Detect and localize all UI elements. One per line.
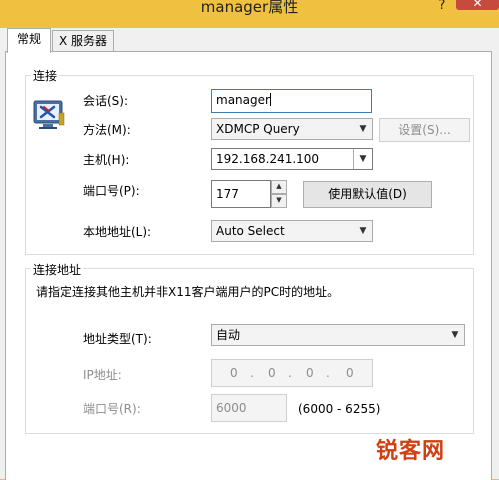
address-type-select[interactable]: 自动 ▼	[211, 324, 465, 346]
close-button[interactable]: ✕	[456, 0, 499, 10]
connection-address-legend: 连接地址	[31, 261, 84, 278]
spin-down-icon[interactable]: ▼	[271, 194, 287, 208]
chevron-down-icon: ▼	[451, 330, 459, 340]
settings-button[interactable]: 设置(S)...	[379, 118, 470, 142]
ip-octet-2: 0	[268, 366, 276, 380]
method-select[interactable]: XDMCP Query ▼	[211, 118, 373, 140]
use-default-button[interactable]: 使用默认值(D)	[303, 181, 432, 208]
ip-octet-4: 0	[346, 366, 354, 380]
session-label: 会话(S):	[83, 94, 129, 108]
method-label: 方法(M):	[83, 123, 131, 137]
ip-separator: .	[250, 366, 254, 380]
host-value: 192.168.241.100	[216, 152, 320, 166]
watermark-text: 锐客	[376, 439, 423, 464]
chevron-down-icon[interactable]: ▼	[353, 149, 372, 169]
chevron-down-icon: ▼	[359, 226, 367, 236]
ip-octet-1: 0	[230, 366, 238, 380]
text-caret	[269, 93, 271, 106]
local-address-select[interactable]: Auto Select ▼	[211, 220, 373, 242]
title-bar: manager属性 ? ✕	[0, 0, 499, 28]
window-title: manager属性	[200, 0, 299, 16]
ip-separator: .	[326, 366, 330, 380]
watermark-logo: 锐客网	[376, 433, 446, 464]
connection-group-legend: 连接	[31, 67, 60, 84]
host-label: 主机(H):	[83, 153, 130, 167]
port-label: 端口号(P):	[83, 184, 140, 198]
spin-up-icon[interactable]: ▲	[271, 180, 287, 194]
address-type-value: 自动	[216, 328, 241, 342]
method-select-value: XDMCP Query	[216, 122, 300, 136]
address-description: 请指定连接其他主机并非X11客户端用户的PC时的地址。	[36, 285, 340, 299]
local-address-value: Auto Select	[216, 224, 285, 238]
address-port-label: 端口号(R):	[83, 402, 141, 416]
ip-address-input[interactable]: 0 . 0 . 0 . 0	[211, 359, 373, 387]
ip-octet-3: 0	[306, 366, 314, 380]
address-type-label: 地址类型(T):	[83, 332, 152, 346]
session-name-value: manager	[216, 93, 270, 107]
chevron-down-icon: ▼	[359, 124, 367, 134]
ip-address-label: IP地址:	[83, 368, 122, 382]
host-combobox[interactable]: 192.168.241.100 ▼	[211, 148, 373, 170]
address-port-input[interactable]: 6000	[211, 394, 287, 422]
session-name-input[interactable]: manager	[211, 89, 372, 113]
tab-x-server[interactable]: X 服务器	[52, 30, 114, 52]
tab-general[interactable]: 常规	[7, 28, 51, 53]
port-range-hint: (6000 - 6255)	[298, 402, 381, 416]
help-button[interactable]: ?	[433, 0, 451, 13]
port-input[interactable]: 177	[211, 180, 271, 208]
watermark-text-suffix: 网	[422, 439, 446, 464]
local-address-label: 本地地址(L):	[83, 225, 152, 239]
xmanager-monitor-icon	[33, 100, 65, 129]
ip-separator: .	[288, 366, 292, 380]
close-icon: ✕	[472, 0, 483, 10]
